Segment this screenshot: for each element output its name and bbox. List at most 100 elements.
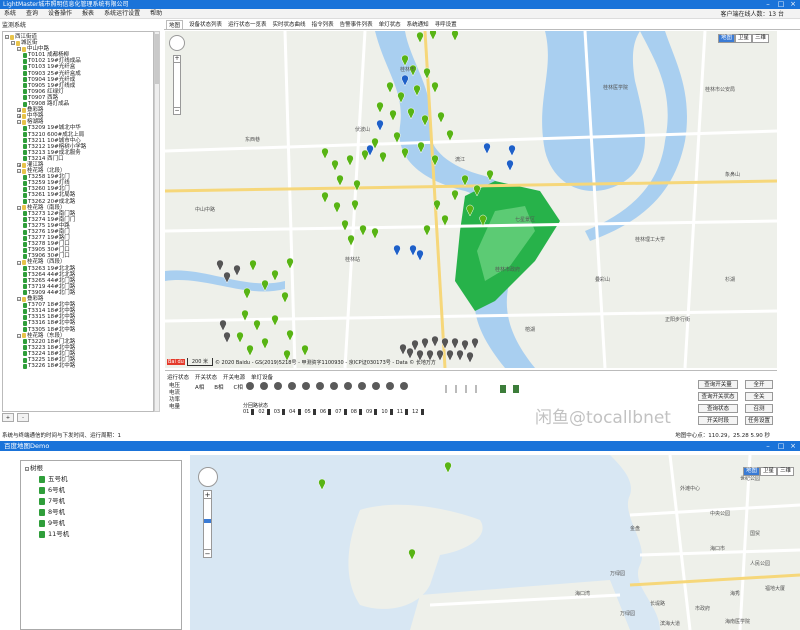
main-tab[interactable]: 实时状态曲线 [273, 20, 306, 29]
main-tab[interactable]: 单灯状态 [379, 20, 401, 29]
expand-icon[interactable]: + [17, 114, 21, 119]
menu-item[interactable]: 帮助 [150, 9, 162, 18]
map-label: 中山中路 [195, 206, 215, 213]
control-button[interactable]: 查询状态 [698, 404, 738, 413]
tree-lamp-node[interactable]: T3226 18#北中路 [5, 363, 151, 369]
tree2-device-node[interactable]: 五号机 [25, 474, 177, 485]
maximize-icon[interactable]: □ [775, 0, 787, 9]
tree-scrollbar[interactable] [154, 31, 160, 412]
expand-icon[interactable]: + [17, 108, 21, 113]
menu-bar: 系统 查询 设备操作 报表 系统运行设置 帮助 [0, 9, 800, 19]
status-tab[interactable]: 开关电源 [223, 373, 245, 381]
collapse-icon[interactable]: - [17, 260, 21, 265]
map-canvas-2[interactable]: 外滩中心海口市长堤路中央公园海口湾万绿园世纪公园市政府金盘人民公园海秀滨海大道国… [190, 455, 800, 630]
main-tab[interactable]: 指令列表 [312, 20, 334, 29]
main-tab[interactable]: 告警事件列表 [340, 20, 373, 29]
control-button[interactable]: 全关 [745, 392, 773, 401]
control-button[interactable]: 任务设置 [745, 416, 773, 425]
map-label: 福地大厦 [765, 585, 785, 592]
window2-minimize-icon[interactable]: – [762, 441, 774, 451]
tree-root-label: 树根 [30, 464, 43, 472]
minimize-icon[interactable]: – [762, 0, 774, 9]
collapse-icon[interactable]: - [17, 333, 21, 338]
zoom-handle[interactable] [204, 519, 211, 523]
menu-item[interactable]: 系统运行设置 [104, 9, 140, 18]
main-tab[interactable]: 寻呼设置 [435, 20, 457, 29]
map-type-satellite[interactable]: 卫星 [734, 34, 752, 43]
map-label: 金盘 [630, 525, 640, 532]
zoom-in-icon-2[interactable]: + [204, 491, 211, 499]
tree2-device-node[interactable]: 6号机 [25, 485, 177, 496]
main-tab[interactable]: 设备状态列表 [189, 20, 222, 29]
tree-collapse-button[interactable]: - [17, 413, 29, 422]
zoom-out-icon-2[interactable]: − [204, 549, 211, 558]
collapse-icon[interactable]: - [17, 47, 21, 52]
pan-control-icon-2[interactable] [198, 467, 218, 487]
window2-close-icon[interactable]: × [787, 441, 799, 451]
tree2-device-node[interactable]: 7号机 [25, 496, 177, 507]
streetlight-icon [23, 272, 27, 278]
map-canvas[interactable]: 桂林市桂林医学院 桂林市公安局东西巷七星景区桂林理工大学 象鼻山桂林站桂林市政府正阳… [165, 31, 777, 368]
tree2-device-node[interactable]: 11号机 [25, 529, 177, 540]
lamp-status-icon [400, 382, 408, 390]
streetlight-icon [23, 156, 27, 162]
control-button[interactable]: 查询开关状态 [698, 392, 738, 401]
zoom-slider[interactable]: + − [173, 55, 181, 115]
tree2-device-node[interactable]: 8号机 [25, 507, 177, 518]
map-type-map[interactable]: 地图 [717, 34, 735, 43]
device-tree[interactable]: - 西江街道 - 城区街 - 中山中路 T0101 成都杨柳 T0102 19#灯线成品 T01… [2, 31, 154, 412]
streetlight-icon [23, 132, 27, 138]
main-tab[interactable]: 运行状态一览表 [228, 20, 267, 29]
status-tab[interactable]: 运行状态 [167, 373, 189, 381]
loop-status-row: 01 02 03 04 05 06 07 08 09 10 11 12 [243, 409, 424, 415]
lamp-row-label: 电流 [169, 390, 181, 396]
pan-control-icon[interactable] [169, 35, 185, 51]
collapse-icon[interactable]: - [17, 297, 21, 302]
zoom-out-icon[interactable]: − [174, 107, 180, 114]
expand-icon[interactable]: + [17, 163, 21, 168]
streetlight-icon [23, 217, 27, 223]
collapse-icon[interactable]: - [11, 41, 15, 46]
scrollbar-thumb[interactable] [155, 34, 159, 84]
map-type-3d[interactable]: 三维 [751, 34, 769, 43]
zoom-slider-2[interactable]: + − [203, 490, 212, 558]
collapse-icon[interactable]: - [17, 205, 21, 210]
menu-item[interactable]: 设备操作 [48, 9, 72, 18]
menu-item[interactable]: 查询 [26, 9, 38, 18]
tree-expand-button[interactable]: + [2, 413, 14, 422]
collapse-icon[interactable]: - [17, 120, 21, 125]
tree2-device-node[interactable]: 9号机 [25, 518, 177, 529]
menu-item[interactable]: 系统 [4, 9, 16, 18]
loop-number: 12 [412, 409, 424, 415]
map-label: 漓江 [455, 156, 465, 163]
device-tree-2[interactable]: - 树根 五号机 6号机 7号机 8号机 9号机 11号机 [20, 460, 182, 630]
control-button[interactable]: 全开 [745, 380, 773, 389]
control-button[interactable]: 召测 [745, 404, 773, 413]
map2-type-3d[interactable]: 三维 [776, 467, 794, 476]
control-button[interactable]: 开关时段 [698, 416, 738, 425]
zoom-in-icon[interactable]: + [174, 56, 180, 63]
map-type-switch-2: 地图 卫星 三维 [742, 467, 794, 476]
streetlight-icon [23, 278, 27, 284]
lamp-status-icon [302, 382, 310, 390]
map2-type-satellite[interactable]: 卫星 [759, 467, 777, 476]
status-tab[interactable]: 开关状态 [195, 373, 217, 381]
map2-type-map[interactable]: 地图 [742, 467, 760, 476]
map-view-2[interactable]: 外滩中心 海口市 长堤路 中央公园 海口湾 万绿园 世纪公园 市政府 金盘 人民公园 海秀 滨海大道国… [190, 455, 800, 630]
menu-item[interactable]: 报表 [82, 9, 94, 18]
close-icon[interactable]: × [787, 0, 799, 9]
map-view[interactable]: 桂林市 桂林医学院 桂林市公安局 东西巷 七星景区 桂林理工大学 象鼻山 桂林站 桂林市政府 正阳… [165, 31, 777, 368]
map-label: 叠彩山 [595, 276, 610, 283]
main-tab[interactable]: 系统通知 [407, 20, 429, 29]
collapse-icon[interactable]: - [17, 169, 21, 174]
control-button[interactable]: 查询开关量 [698, 380, 738, 389]
window2-maximize-icon[interactable]: □ [775, 441, 787, 451]
collapse-icon[interactable]: - [25, 466, 29, 471]
map-label: 长堤路 [650, 600, 665, 607]
folder-icon [10, 34, 14, 40]
main-tab[interactable]: 地图 [166, 20, 184, 29]
collapse-icon[interactable]: - [5, 35, 9, 40]
tree-node-label: T3226 18#北中路 [28, 363, 76, 370]
tree-root[interactable]: - 树根 [25, 463, 177, 474]
map-label: 海口市 [710, 545, 725, 552]
